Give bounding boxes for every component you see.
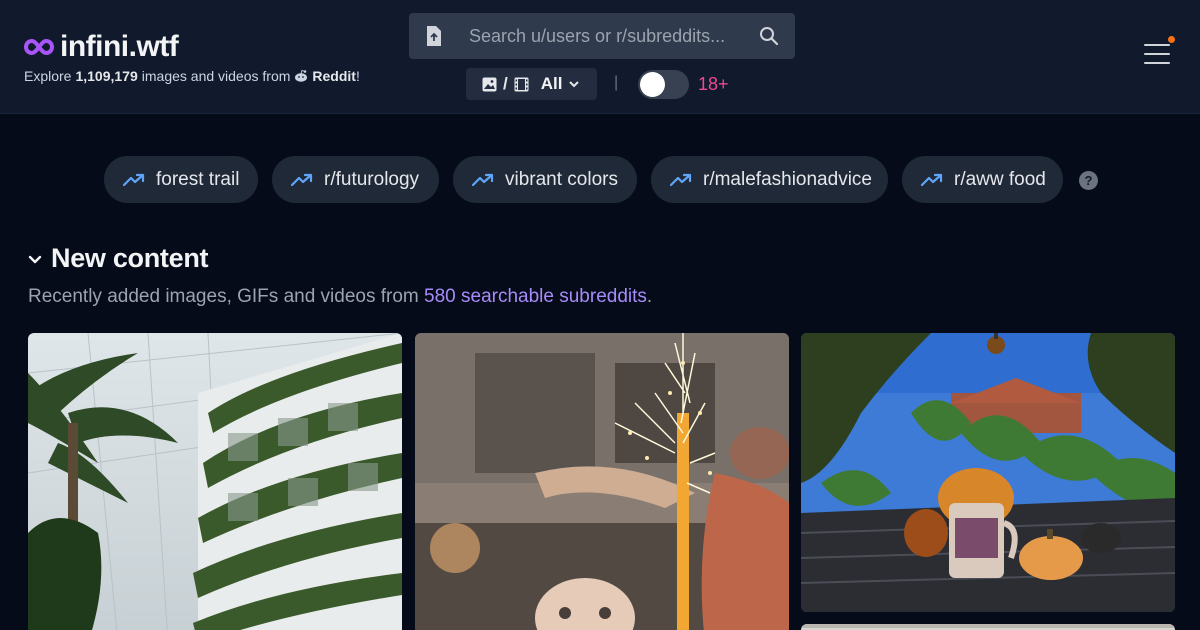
trending-chip[interactable]: forest trail: [104, 156, 258, 203]
nsfw-label: 18+: [698, 74, 729, 94]
subtitle-suffix: .: [646, 286, 653, 307]
trending-up-icon: [920, 173, 943, 186]
chevron-down-icon: [28, 255, 42, 263]
trending-up-icon: [471, 173, 494, 186]
section-header[interactable]: New content: [27, 243, 209, 274]
trending-chip-label: r/malefashionadvice: [703, 168, 872, 190]
tagline-suffix: !: [355, 68, 360, 84]
trending-up-icon: [290, 173, 313, 186]
tagline: Explore 1,109,179 images and videos from…: [24, 68, 360, 84]
media-thumbnail[interactable]: [28, 333, 402, 630]
chevron-down-icon: [569, 81, 580, 88]
toggle-knob: [640, 72, 665, 97]
trending-chip-label: vibrant colors: [505, 168, 618, 190]
hamburger-menu-icon[interactable]: [1144, 44, 1170, 68]
media-thumbnail[interactable]: [801, 333, 1175, 612]
film-icon: [514, 77, 529, 91]
subtitle-text: Recently added images, GIFs and videos f…: [28, 286, 419, 307]
trending-up-icon: [669, 173, 692, 186]
trending-up-icon: [122, 173, 145, 186]
search-icon[interactable]: [759, 26, 779, 46]
filter-separator: /: [503, 74, 508, 93]
notification-dot: [1168, 36, 1175, 43]
section-subtitle: Recently added images, GIFs and videos f…: [28, 286, 652, 308]
trending-searches: forest trail r/futurology vibrant colors…: [0, 156, 1200, 203]
trending-chip-label: r/aww food: [954, 168, 1046, 190]
reddit-icon: [295, 69, 308, 82]
media-thumbnail[interactable]: [801, 624, 1175, 630]
trending-chip[interactable]: vibrant colors: [453, 156, 637, 203]
site-logo[interactable]: infini.wtf: [24, 30, 179, 64]
next-thumbnail-image: [801, 624, 1175, 630]
section-title: New content: [51, 243, 209, 273]
sparkler-celebration-image: [415, 333, 789, 630]
tagline-prefix: Explore: [24, 68, 72, 84]
trending-chip-label: forest trail: [156, 168, 240, 190]
media-thumbnail[interactable]: [415, 333, 789, 630]
nsfw-toggle[interactable]: [638, 70, 689, 99]
subreddits-link[interactable]: 580 searchable subreddits: [424, 286, 647, 307]
pumpkin-table-image: [801, 333, 1175, 612]
infinity-icon: [24, 38, 54, 56]
tagline-middle: images and videos from: [141, 68, 291, 84]
trending-chip[interactable]: r/malefashionadvice: [651, 156, 888, 203]
trending-chip[interactable]: r/aww food: [902, 156, 1063, 203]
trending-chip-label: r/futurology: [324, 168, 420, 190]
tagline-source: Reddit: [312, 68, 356, 84]
logo-text: infini.wtf: [60, 30, 179, 63]
greenhouse-building-image: [28, 333, 402, 630]
search-bar: [409, 13, 795, 59]
search-input[interactable]: [469, 13, 749, 59]
trending-chip[interactable]: r/futurology: [272, 156, 439, 203]
file-upload-icon[interactable]: [426, 25, 442, 47]
toolbar-divider: |: [614, 74, 619, 91]
top-header: infini.wtf Explore 1,109,179 images and …: [0, 0, 1200, 114]
media-type-filter[interactable]: / All: [466, 68, 597, 100]
help-icon[interactable]: ?: [1079, 171, 1098, 190]
image-icon: [482, 77, 497, 91]
filter-value: All: [540, 74, 563, 93]
tagline-count: 1,109,179: [75, 68, 138, 84]
